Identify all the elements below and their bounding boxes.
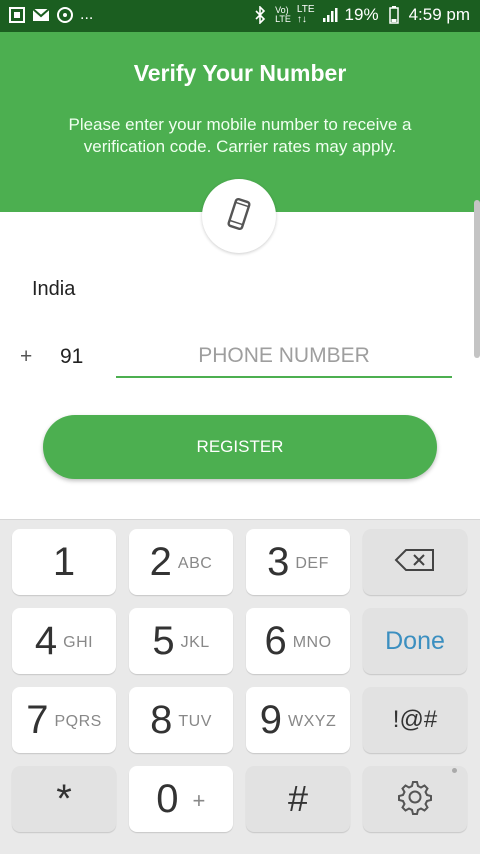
key-6[interactable]: 6 MNO bbox=[246, 608, 350, 674]
key-2[interactable]: 2 ABC bbox=[129, 529, 233, 595]
phone-number-input[interactable] bbox=[116, 336, 452, 378]
key-letters: GHI bbox=[63, 634, 94, 651]
settings-icon bbox=[396, 778, 434, 821]
key-digit: 2 bbox=[149, 539, 172, 584]
backspace-icon bbox=[394, 548, 436, 577]
key-4[interactable]: 4 GHI bbox=[12, 608, 116, 674]
key-letters: ABC bbox=[177, 555, 213, 572]
screenshot-icon bbox=[8, 6, 26, 24]
key-letters: + bbox=[192, 788, 206, 813]
key-letters: DEF bbox=[295, 555, 329, 572]
key-5[interactable]: 5 JKL bbox=[129, 608, 233, 674]
lte-indicator: LTE ↑↓ bbox=[296, 4, 315, 25]
country-selector[interactable]: India bbox=[32, 278, 75, 301]
signal-icon bbox=[321, 6, 339, 24]
key-digit: 7 bbox=[26, 697, 49, 742]
key-1[interactable]: 1 bbox=[12, 529, 116, 595]
key-8[interactable]: 8 TUV bbox=[129, 687, 233, 753]
page-subtitle: Please enter your mobile number to recei… bbox=[68, 115, 412, 156]
settings-key[interactable] bbox=[363, 766, 467, 832]
key-digit: 8 bbox=[150, 697, 173, 742]
key-7[interactable]: 7 PQRS bbox=[12, 687, 116, 753]
symbols-key[interactable]: !@# bbox=[363, 687, 467, 753]
phone-icon bbox=[221, 196, 257, 237]
done-key[interactable]: Done bbox=[363, 608, 467, 674]
key-letters: TUV bbox=[178, 713, 212, 730]
key-digit: 6 bbox=[264, 618, 287, 663]
done-label: Done bbox=[385, 626, 445, 655]
country-code[interactable]: 91 bbox=[60, 345, 83, 369]
scrollbar[interactable] bbox=[474, 200, 480, 358]
battery-icon bbox=[385, 6, 403, 24]
symbols-label: !@# bbox=[392, 706, 438, 733]
volte-indicator: Vo) LTE bbox=[275, 5, 291, 24]
mail-icon bbox=[32, 6, 50, 24]
key-digit: 9 bbox=[259, 697, 283, 742]
phone-badge bbox=[202, 179, 276, 253]
key-0[interactable]: 0 + bbox=[129, 766, 233, 832]
key-digit: 5 bbox=[152, 618, 175, 663]
key-digit: # bbox=[287, 778, 309, 819]
key-letters: PQRS bbox=[54, 713, 102, 730]
key-letters: MNO bbox=[292, 634, 332, 651]
battery-percent: 19% bbox=[344, 5, 379, 24]
plus-sign: + bbox=[20, 345, 33, 368]
key-digit: 1 bbox=[52, 539, 76, 584]
key-letters: JKL bbox=[180, 634, 210, 651]
more-notifications: ... bbox=[80, 6, 94, 23]
status-bar: ... Vo) LTE LTE ↑↓ 19% 4:59 pm bbox=[0, 0, 480, 32]
page-title: Verify Your Number bbox=[133, 60, 347, 86]
backspace-key[interactable] bbox=[363, 529, 467, 595]
key-letters: WXYZ bbox=[288, 713, 337, 730]
register-button[interactable]: REGISTER bbox=[43, 415, 437, 479]
bluetooth-icon bbox=[251, 6, 269, 24]
key-asterisk[interactable]: * bbox=[12, 766, 116, 832]
app-notification-icon bbox=[56, 6, 74, 24]
numeric-keyboard: 1 2 ABC 3 DEF 4 GHI 5 JKL 6 MNO Done 7 P… bbox=[0, 519, 480, 854]
key-digit: 4 bbox=[34, 618, 58, 663]
key-digit: * bbox=[56, 776, 72, 821]
key-hash[interactable]: # bbox=[246, 766, 350, 832]
key-digit: 3 bbox=[267, 539, 290, 584]
keyboard-indicator-dot bbox=[452, 768, 457, 773]
clock: 4:59 pm bbox=[408, 5, 470, 24]
key-9[interactable]: 9 WXYZ bbox=[246, 687, 350, 753]
key-digit: 0 bbox=[156, 776, 179, 821]
key-3[interactable]: 3 DEF bbox=[246, 529, 350, 595]
